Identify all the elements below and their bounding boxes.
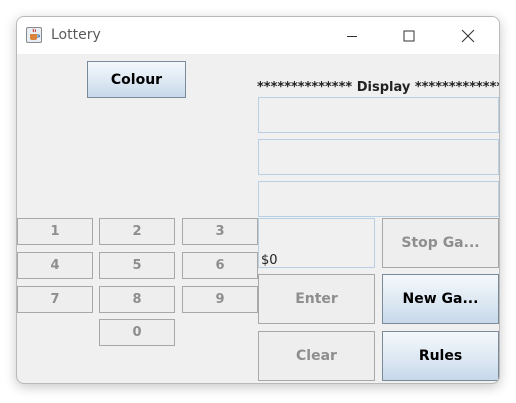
keypad-9-button[interactable]: 9 — [182, 286, 258, 313]
maximize-icon — [403, 30, 415, 41]
keypad-4-button[interactable]: 4 — [17, 252, 93, 279]
keypad-2-button[interactable]: 2 — [99, 218, 175, 245]
colour-button[interactable]: Colour — [87, 61, 186, 98]
close-icon — [461, 29, 475, 42]
close-button[interactable] — [439, 17, 497, 54]
enter-button[interactable]: Enter — [258, 274, 375, 324]
money-value: $0 — [261, 253, 278, 268]
keypad-8-button[interactable]: 8 — [99, 286, 175, 313]
window-title: Lottery — [51, 27, 101, 43]
display-label: ************** Display **************** — [257, 80, 499, 95]
content-pane: Colour ************** Display **********… — [17, 54, 499, 383]
display-field-2[interactable] — [258, 139, 499, 175]
java-cup-icon — [26, 27, 42, 43]
keypad-1-button[interactable]: 1 — [17, 218, 93, 245]
maximize-button[interactable] — [380, 17, 438, 54]
keypad-0-button[interactable]: 0 — [99, 319, 175, 346]
new-game-button[interactable]: New Ga... — [382, 274, 499, 324]
title-bar[interactable]: Lottery — [17, 17, 499, 54]
keypad-5-button[interactable]: 5 — [99, 252, 175, 279]
rules-button[interactable]: Rules — [382, 331, 499, 381]
keypad-7-button[interactable]: 7 — [17, 286, 93, 313]
minimize-icon — [347, 35, 357, 37]
lottery-window: Lottery Colour ************** Display **… — [16, 16, 500, 384]
minimize-button[interactable] — [323, 17, 381, 54]
keypad-3-button[interactable]: 3 — [182, 218, 258, 245]
keypad-6-button[interactable]: 6 — [182, 252, 258, 279]
display-field-1[interactable] — [258, 97, 499, 133]
display-field-3[interactable] — [258, 181, 499, 217]
stop-game-button[interactable]: Stop Ga... — [382, 218, 499, 268]
clear-button[interactable]: Clear — [258, 331, 375, 381]
